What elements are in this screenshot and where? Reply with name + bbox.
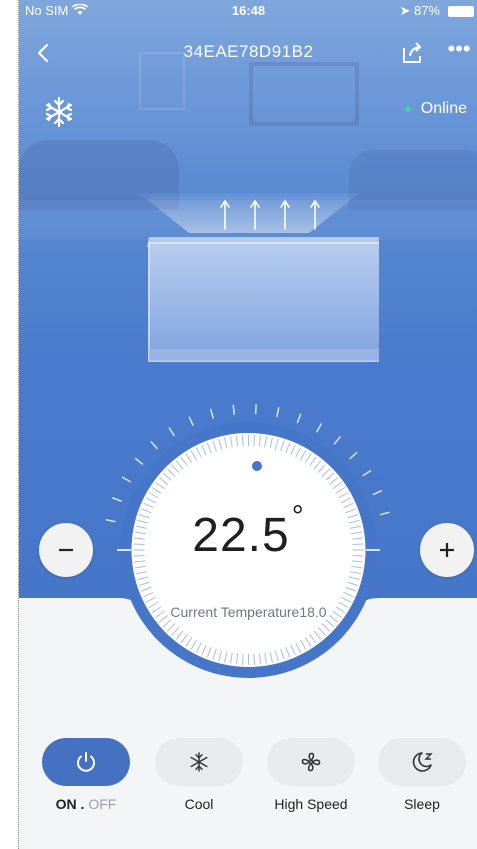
outer-tick <box>168 427 176 437</box>
outer-tick <box>333 436 341 445</box>
fan-icon <box>301 752 321 772</box>
power-label: ON . OFF <box>41 796 131 812</box>
fan-speed-control[interactable]: High Speed <box>266 738 356 812</box>
increase-temp-button[interactable] <box>420 523 474 577</box>
inner-tick <box>241 653 244 665</box>
battery-icon <box>448 6 474 17</box>
dial-indicator-dot[interactable] <box>252 461 262 471</box>
snowflake-icon <box>190 752 208 772</box>
location-arrow-icon: ➤ <box>399 3 411 18</box>
air-conditioner-illustration <box>139 193 379 362</box>
outer-tick <box>349 451 358 460</box>
power-separator: . <box>80 796 85 812</box>
power-icon <box>77 752 95 772</box>
more-icon[interactable]: ••• <box>444 38 474 66</box>
fan-speed-label: High Speed <box>274 796 348 812</box>
outer-tick <box>111 496 122 502</box>
outer-tick <box>134 457 144 465</box>
outer-tick <box>296 413 302 424</box>
online-status: Online <box>404 100 467 118</box>
snowflake-icon <box>45 96 73 128</box>
online-dot <box>404 105 411 112</box>
degree-symbol: ° <box>291 500 305 533</box>
battery-text: 87% <box>413 3 440 18</box>
outer-tick <box>254 404 257 415</box>
mode-button[interactable] <box>155 738 243 786</box>
inner-tick <box>241 435 244 447</box>
moon-sleep-icon <box>412 752 433 772</box>
nav-bar: 34EAE78D91B2 ••• <box>19 34 477 74</box>
device-screen: No SIM 16:48 ➤ 87% 34EAE78D91B2 ••• Onli… <box>18 0 477 849</box>
power-button[interactable] <box>42 738 130 786</box>
decrease-temp-button[interactable] <box>39 523 93 577</box>
outer-tick <box>372 489 383 496</box>
outer-tick <box>150 440 159 450</box>
outer-tick <box>188 416 194 427</box>
inner-tick <box>253 653 256 665</box>
outer-tick <box>315 423 323 433</box>
fan-speed-button[interactable] <box>267 738 355 786</box>
power-control[interactable]: ON . OFF <box>41 738 131 812</box>
outer-tick <box>232 404 236 415</box>
outer-tick <box>276 407 280 418</box>
battery-level: ➤ 87% <box>399 3 440 19</box>
sleep-control[interactable]: Sleep <box>377 738 467 812</box>
set-temperature-value: 22.5 <box>192 509 290 562</box>
online-text: Online <box>420 100 467 117</box>
outer-tick <box>209 408 215 419</box>
power-off-text: OFF <box>88 796 117 812</box>
share-icon[interactable] <box>398 38 428 68</box>
outer-tick <box>121 476 132 483</box>
sleep-label: Sleep <box>404 796 440 812</box>
mode-control[interactable]: Cool <box>154 738 244 812</box>
minus-icon <box>59 548 73 552</box>
sleep-button[interactable] <box>378 738 466 786</box>
outer-tick <box>362 469 372 477</box>
power-on-text: ON <box>55 796 77 812</box>
plus-icon <box>440 543 454 557</box>
inner-tick <box>253 435 256 447</box>
current-temperature: Current Temperature18.0 <box>170 604 327 620</box>
mode-label: Cool <box>184 796 214 812</box>
status-bar: No SIM 16:48 ➤ 87% <box>19 0 477 22</box>
control-bar: ON . OFF Cool High Speed Sleep <box>19 738 477 828</box>
